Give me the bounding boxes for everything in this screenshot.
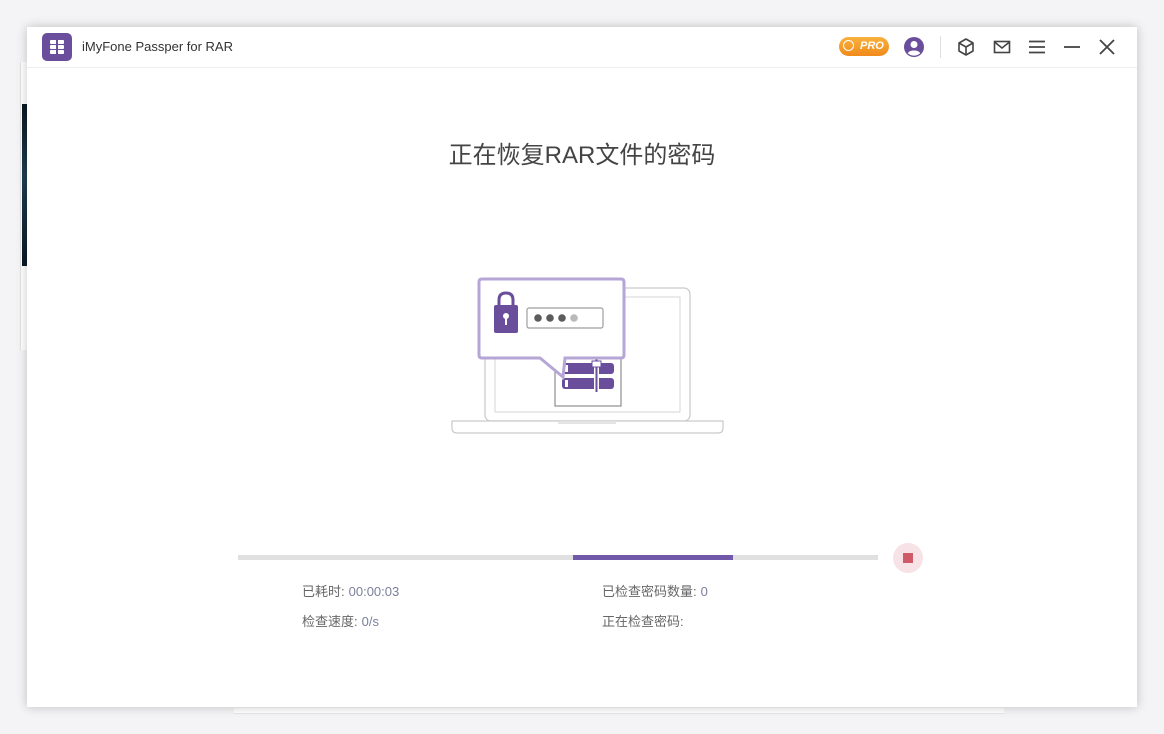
elapsed-time-value: 00:00:03 [348,584,400,599]
checked-count-label: 已检查密码数量: [602,584,697,599]
minimize-icon[interactable] [1060,35,1084,59]
progress-bar-fill [572,555,733,560]
recovery-illustration [451,277,724,434]
pro-icon [843,40,854,51]
check-speed-label: 检查速度: [302,614,358,629]
app-window: iMyFone Passper for RAR PRO 正在恢复RAR文件的密码… [27,27,1137,707]
cube-icon[interactable] [954,35,978,59]
title-bar: iMyFone Passper for RAR PRO [27,27,1137,68]
checked-count-value: 0 [700,584,708,599]
mail-icon[interactable] [990,35,1014,59]
page-title: 正在恢复RAR文件的密码 [448,142,716,169]
elapsed-time-label: 已耗时: [302,584,345,599]
menu-icon[interactable] [1025,35,1049,59]
checked-count: 已检查密码数量: 0 [602,581,708,600]
current-password: 正在检查密码: [602,611,688,630]
stop-button[interactable] [893,543,923,573]
title-bar-separator [940,36,941,58]
current-password-label: 正在检查密码: [602,614,684,629]
stop-icon [903,553,913,563]
account-icon[interactable] [902,35,926,59]
recovery-progress-bar [238,555,878,560]
close-icon[interactable] [1095,35,1119,59]
check-speed-value: 0/s [361,614,379,629]
pro-badge[interactable]: PRO [839,37,889,56]
pro-badge-label: PRO [860,40,884,52]
elapsed-time: 已耗时: 00:00:03 [302,581,399,600]
check-speed: 检查速度: 0/s [302,611,379,630]
app-title: iMyFone Passper for RAR [82,39,233,54]
app-logo-icon [42,33,72,61]
background-window-bottom [234,708,1004,714]
